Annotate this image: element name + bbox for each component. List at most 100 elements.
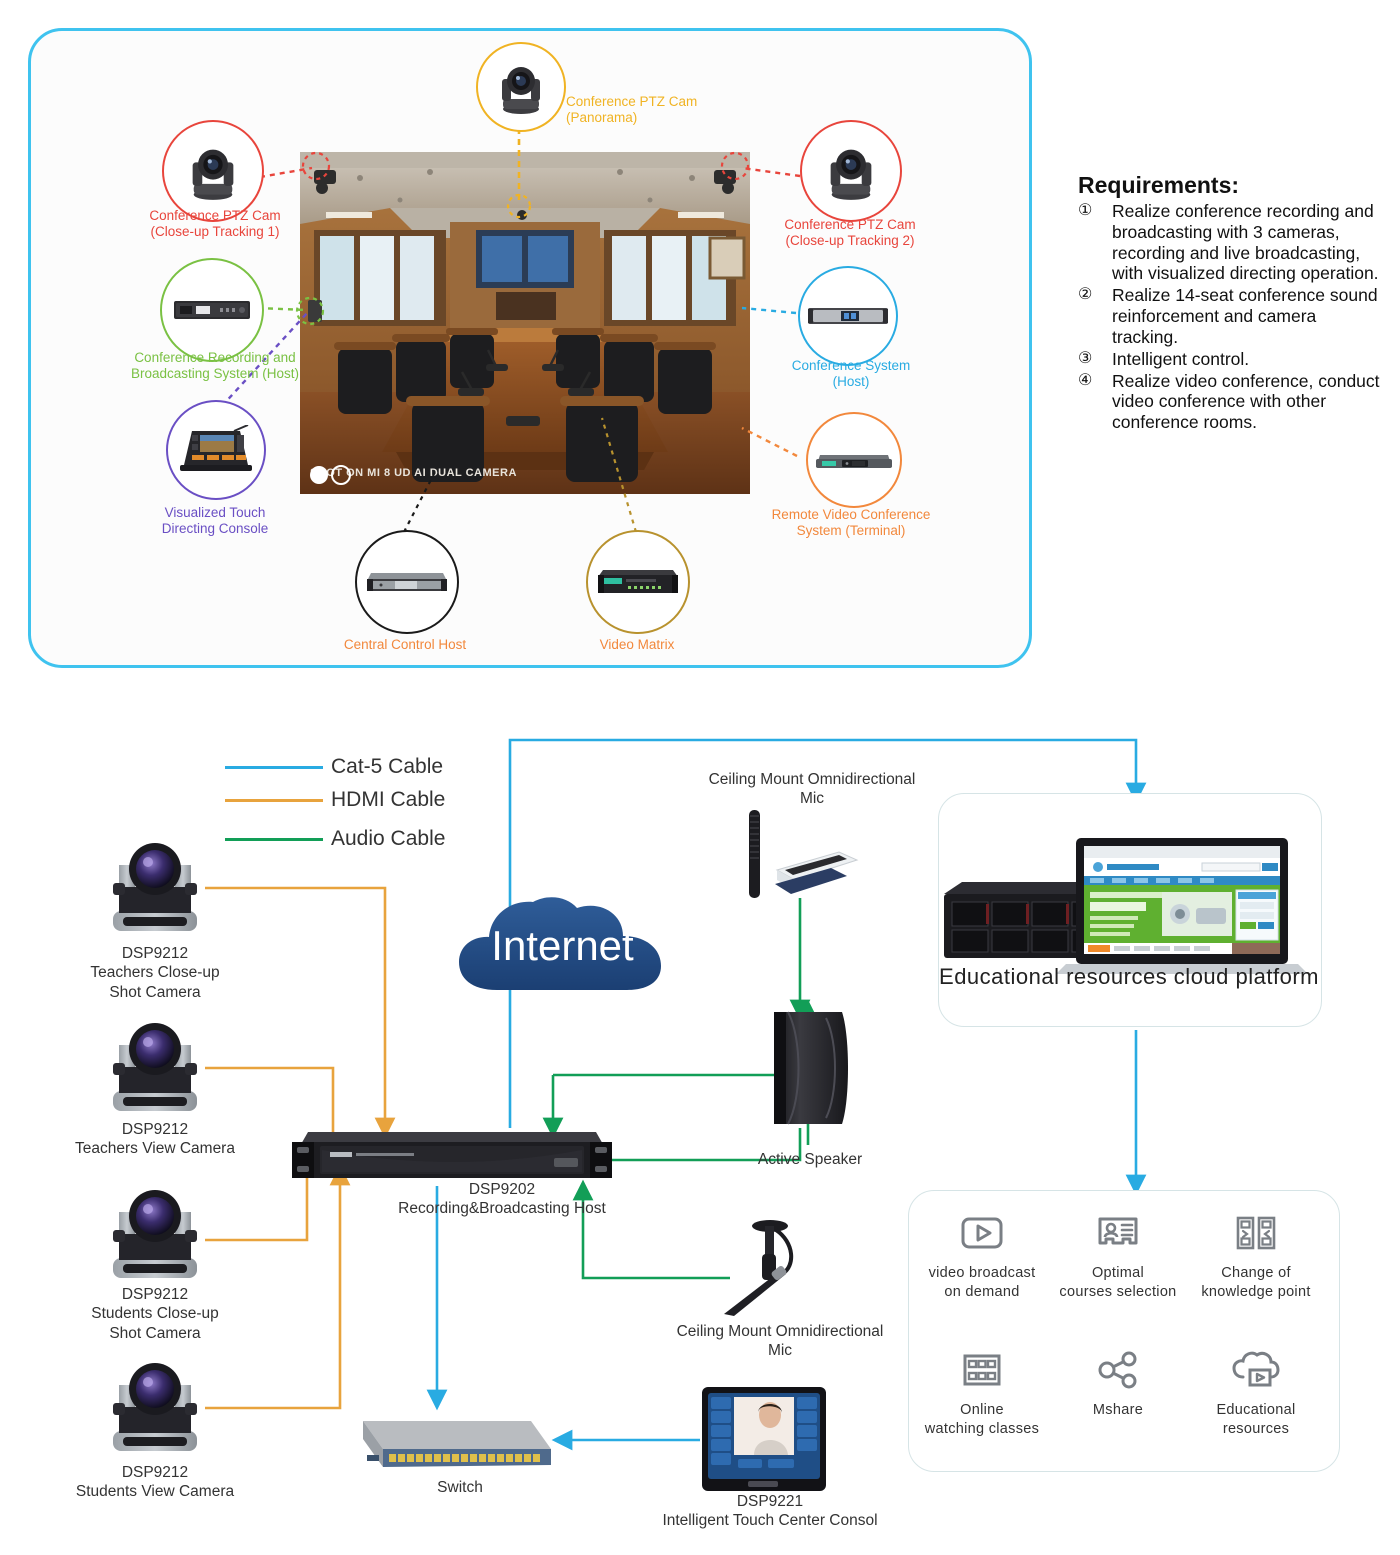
microphone-boxed-icon (749, 810, 859, 898)
node-label-teachers-closeup-camera: DSP9212 Teachers Close-up Shot Camera (90, 945, 220, 1001)
internet-cloud: Internet (455, 890, 670, 1000)
product-image-touch-center-console (700, 1385, 828, 1502)
feature-label: Online watching classes (924, 1402, 1040, 1437)
callout-label-conference-system: Conference System (Host) (791, 358, 911, 390)
camera-dual-lens-indicator (310, 465, 351, 485)
product-image-active-speaker (768, 1008, 856, 1133)
product-image-ceiling-mic-top (735, 808, 865, 913)
product-image-students-view-camera (95, 1345, 215, 1460)
feature-video-broadcast-on-demand: video broadcast on demand (912, 1208, 1052, 1302)
feature-label: Change of knowledge point (1201, 1265, 1311, 1300)
product-image-switch (355, 1415, 555, 1482)
feature-online-watching-classes: Online watching classes (912, 1345, 1052, 1439)
legend-item-cat5: Cat-5 Cable (225, 755, 443, 779)
legend-label-cat5: Cat-5 Cable (331, 755, 444, 778)
legend-swatch-audio (225, 837, 323, 841)
product-image-cloud-platform (940, 830, 1320, 985)
requirements-block: Requirements: ① Realize conference recor… (1078, 172, 1384, 434)
callout-bubble-touch-console (166, 400, 266, 500)
ptz-camera-icon (113, 843, 197, 931)
code-panels-icon (1186, 1208, 1326, 1258)
node-label-students-view-camera: DSP9212 Students View Camera (75, 1464, 235, 1501)
callout-label-central-control-host: Central Control Host (343, 637, 467, 652)
feature-label: Optimal courses selection (1059, 1265, 1177, 1300)
ptz-camera-icon (113, 1363, 197, 1451)
product-image-teachers-view-camera (95, 1005, 215, 1120)
feature-educational-resources: Educational resources (1186, 1345, 1326, 1439)
requirement-item: ④ Realize video conference, conduct vide… (1078, 371, 1384, 433)
legend-swatch-hdmi (225, 798, 323, 802)
server-and-laptop-icon (944, 838, 1308, 974)
play-box-icon (912, 1208, 1052, 1258)
feature-label: Educational resources (1216, 1402, 1296, 1437)
requirement-item: ① Realize conference recording and broad… (1078, 201, 1384, 284)
callout-label-touch-console: Visualized Touch Directing Console (161, 505, 269, 537)
feature-mshare: Mshare (1048, 1345, 1188, 1420)
touch-panel-icon (702, 1387, 826, 1491)
callout-bubble-ptz-closeup-2 (800, 120, 902, 222)
callout-bubble-conference-system (798, 266, 898, 366)
rack-unit-icon (367, 573, 447, 591)
node-label-switch: Switch (437, 1479, 483, 1496)
requirement-number: ① (1078, 202, 1093, 219)
requirement-text: Realize video conference, conduct video … (1112, 370, 1380, 433)
network-switch-icon (363, 1421, 551, 1467)
video-terminal-icon (816, 455, 892, 468)
ptz-camera-icon (113, 1023, 197, 1111)
ptz-camera-icon (502, 67, 540, 114)
legend-item-audio: Audio Cable (225, 827, 445, 851)
room-photo-illustration (300, 152, 750, 494)
requirement-item: ② Realize 14-seat conference sound reinf… (1078, 285, 1384, 347)
callout-bubble-central-control-host (355, 530, 459, 634)
feature-optimal-courses-selection: Optimal courses selection (1048, 1208, 1188, 1302)
requirement-number: ② (1078, 286, 1093, 304)
touch-console-icon (180, 425, 252, 471)
requirement-text: Intelligent control. (1112, 348, 1250, 369)
node-label-touch-center-console: DSP9221 Intelligent Touch Center Consol (662, 1493, 878, 1530)
ptz-camera-icon (113, 1190, 197, 1278)
callout-label-recording-host: Conference Recording and Broadcasting Sy… (130, 350, 300, 382)
rack-unit-icon (174, 301, 250, 319)
requirement-item: ③ Intelligent control. (1078, 349, 1384, 370)
node-label-recording-broadcasting-host: DSP9202 Recording&Broadcasting Host (398, 1181, 606, 1218)
share-nodes-icon (1048, 1345, 1188, 1395)
callout-bubble-remote-video-conference (806, 412, 902, 508)
legend-label-hdmi: HDMI Cable (331, 788, 446, 811)
id-card-icon (1048, 1208, 1188, 1258)
requirement-number: ④ (1078, 371, 1093, 389)
callout-label-ptz-closeup-1: Conference PTZ Cam (Close-up Tracking 1) (149, 208, 281, 240)
internet-cloud-label: Internet (491, 922, 634, 969)
callout-bubble-ptz-panorama (476, 42, 566, 132)
requirement-number: ③ (1078, 349, 1093, 367)
educational-cloud-platform-caption: Educational resources cloud platform (939, 964, 1319, 989)
callout-label-ptz-closeup-2: Conference PTZ Cam (Close-up Tracking 2) (784, 217, 916, 249)
callout-label-video-matrix: Video Matrix (599, 637, 675, 652)
requirements-title: Requirements: (1078, 172, 1240, 198)
node-label-ceiling-mic-bottom: Ceiling Mount Omnidirectional Mic (676, 1323, 884, 1360)
ptz-camera-icon (192, 149, 234, 200)
rack-unit-icon (292, 1132, 612, 1178)
requirement-text: Realize 14-seat conference sound reinfor… (1112, 285, 1378, 347)
product-image-ceiling-mic-bottom (712, 1212, 822, 1327)
cloud-play-icon (1186, 1345, 1326, 1395)
callout-label-remote-video-conference: Remote Video Conference System (Terminal… (771, 507, 931, 539)
rack-unit-icon (808, 308, 888, 324)
rack-matrix-icon (598, 570, 678, 593)
ceiling-microphone-icon (724, 1220, 793, 1316)
node-label-active-speaker: Active Speaker (757, 1151, 863, 1168)
feature-label: video broadcast on demand (928, 1265, 1036, 1300)
callout-bubble-ptz-closeup-1 (162, 120, 264, 222)
legend-label-audio: Audio Cable (331, 827, 446, 850)
requirement-text: Realize conference recording and broadca… (1112, 201, 1379, 284)
callout-bubble-video-matrix (586, 530, 690, 634)
speaker-icon (774, 1011, 848, 1125)
product-image-teachers-closeup-camera (95, 825, 215, 940)
node-label-students-closeup-camera: DSP9212 Students Close-up Shot Camera (91, 1286, 219, 1342)
product-image-students-closeup-camera (95, 1172, 215, 1287)
conference-room-photo: SHOT ON MI 8 UD AI DUAL CAMERA (300, 152, 750, 494)
callout-bubble-recording-host (160, 258, 264, 362)
callout-label-ptz-panorama: Conference PTZ Cam (Panorama) (566, 94, 698, 126)
node-label-teachers-view-camera: DSP9212 Teachers View Camera (75, 1121, 235, 1158)
ptz-camera-icon (830, 149, 872, 200)
feature-label: Mshare (1092, 1402, 1144, 1418)
